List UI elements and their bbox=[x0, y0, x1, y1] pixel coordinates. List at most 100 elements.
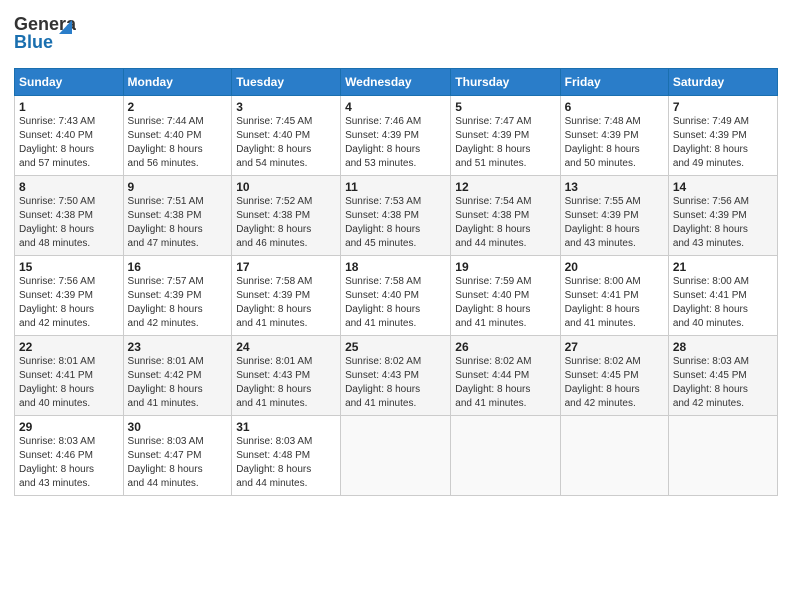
calendar-cell: 3Sunrise: 7:45 AM Sunset: 4:40 PM Daylig… bbox=[232, 96, 341, 176]
day-info: Sunrise: 7:45 AM Sunset: 4:40 PM Dayligh… bbox=[236, 115, 336, 171]
logo: General Blue bbox=[14, 10, 76, 60]
calendar-cell: 23Sunrise: 8:01 AM Sunset: 4:42 PM Dayli… bbox=[123, 336, 232, 416]
calendar-cell: 30Sunrise: 8:03 AM Sunset: 4:47 PM Dayli… bbox=[123, 416, 232, 496]
calendar-cell: 9Sunrise: 7:51 AM Sunset: 4:38 PM Daylig… bbox=[123, 176, 232, 256]
day-number: 1 bbox=[19, 100, 119, 114]
calendar-cell bbox=[668, 416, 777, 496]
day-number: 20 bbox=[565, 260, 664, 274]
calendar-cell: 26Sunrise: 8:02 AM Sunset: 4:44 PM Dayli… bbox=[451, 336, 560, 416]
day-number: 16 bbox=[128, 260, 228, 274]
day-number: 23 bbox=[128, 340, 228, 354]
day-info: Sunrise: 7:54 AM Sunset: 4:38 PM Dayligh… bbox=[455, 195, 555, 251]
calendar-week-row: 1Sunrise: 7:43 AM Sunset: 4:40 PM Daylig… bbox=[15, 96, 778, 176]
calendar-week-row: 29Sunrise: 8:03 AM Sunset: 4:46 PM Dayli… bbox=[15, 416, 778, 496]
calendar-cell: 27Sunrise: 8:02 AM Sunset: 4:45 PM Dayli… bbox=[560, 336, 668, 416]
day-number: 26 bbox=[455, 340, 555, 354]
day-info: Sunrise: 8:03 AM Sunset: 4:48 PM Dayligh… bbox=[236, 435, 336, 491]
day-info: Sunrise: 7:58 AM Sunset: 4:40 PM Dayligh… bbox=[345, 275, 446, 331]
day-info: Sunrise: 7:52 AM Sunset: 4:38 PM Dayligh… bbox=[236, 195, 336, 251]
day-info: Sunrise: 8:01 AM Sunset: 4:43 PM Dayligh… bbox=[236, 355, 336, 411]
day-number: 24 bbox=[236, 340, 336, 354]
day-info: Sunrise: 7:57 AM Sunset: 4:39 PM Dayligh… bbox=[128, 275, 228, 331]
calendar-cell: 21Sunrise: 8:00 AM Sunset: 4:41 PM Dayli… bbox=[668, 256, 777, 336]
calendar-week-row: 15Sunrise: 7:56 AM Sunset: 4:39 PM Dayli… bbox=[15, 256, 778, 336]
calendar-table: SundayMondayTuesdayWednesdayThursdayFrid… bbox=[14, 68, 778, 496]
calendar-header-sunday: Sunday bbox=[15, 69, 124, 96]
day-info: Sunrise: 7:48 AM Sunset: 4:39 PM Dayligh… bbox=[565, 115, 664, 171]
day-number: 13 bbox=[565, 180, 664, 194]
day-info: Sunrise: 7:59 AM Sunset: 4:40 PM Dayligh… bbox=[455, 275, 555, 331]
main-container: General Blue SundayMondayTuesdayWednesda… bbox=[0, 0, 792, 506]
calendar-header-thursday: Thursday bbox=[451, 69, 560, 96]
header: General Blue bbox=[14, 10, 778, 60]
day-number: 29 bbox=[19, 420, 119, 434]
day-info: Sunrise: 7:50 AM Sunset: 4:38 PM Dayligh… bbox=[19, 195, 119, 251]
day-number: 25 bbox=[345, 340, 446, 354]
calendar-cell: 11Sunrise: 7:53 AM Sunset: 4:38 PM Dayli… bbox=[341, 176, 451, 256]
calendar-cell: 10Sunrise: 7:52 AM Sunset: 4:38 PM Dayli… bbox=[232, 176, 341, 256]
day-info: Sunrise: 8:00 AM Sunset: 4:41 PM Dayligh… bbox=[565, 275, 664, 331]
calendar-cell: 20Sunrise: 8:00 AM Sunset: 4:41 PM Dayli… bbox=[560, 256, 668, 336]
day-info: Sunrise: 7:56 AM Sunset: 4:39 PM Dayligh… bbox=[673, 195, 773, 251]
calendar-cell: 6Sunrise: 7:48 AM Sunset: 4:39 PM Daylig… bbox=[560, 96, 668, 176]
logo-icon: General Blue bbox=[14, 10, 76, 60]
day-number: 2 bbox=[128, 100, 228, 114]
calendar-header-wednesday: Wednesday bbox=[341, 69, 451, 96]
calendar-cell: 16Sunrise: 7:57 AM Sunset: 4:39 PM Dayli… bbox=[123, 256, 232, 336]
day-info: Sunrise: 8:01 AM Sunset: 4:41 PM Dayligh… bbox=[19, 355, 119, 411]
calendar-cell: 12Sunrise: 7:54 AM Sunset: 4:38 PM Dayli… bbox=[451, 176, 560, 256]
calendar-cell bbox=[341, 416, 451, 496]
day-number: 7 bbox=[673, 100, 773, 114]
calendar-week-row: 22Sunrise: 8:01 AM Sunset: 4:41 PM Dayli… bbox=[15, 336, 778, 416]
calendar-cell: 5Sunrise: 7:47 AM Sunset: 4:39 PM Daylig… bbox=[451, 96, 560, 176]
calendar-cell: 31Sunrise: 8:03 AM Sunset: 4:48 PM Dayli… bbox=[232, 416, 341, 496]
day-info: Sunrise: 8:03 AM Sunset: 4:46 PM Dayligh… bbox=[19, 435, 119, 491]
day-number: 12 bbox=[455, 180, 555, 194]
calendar-cell: 14Sunrise: 7:56 AM Sunset: 4:39 PM Dayli… bbox=[668, 176, 777, 256]
calendar-cell bbox=[560, 416, 668, 496]
calendar-cell bbox=[451, 416, 560, 496]
calendar-cell: 17Sunrise: 7:58 AM Sunset: 4:39 PM Dayli… bbox=[232, 256, 341, 336]
day-info: Sunrise: 7:49 AM Sunset: 4:39 PM Dayligh… bbox=[673, 115, 773, 171]
day-number: 11 bbox=[345, 180, 446, 194]
calendar-header-saturday: Saturday bbox=[668, 69, 777, 96]
day-info: Sunrise: 7:53 AM Sunset: 4:38 PM Dayligh… bbox=[345, 195, 446, 251]
calendar-week-row: 8Sunrise: 7:50 AM Sunset: 4:38 PM Daylig… bbox=[15, 176, 778, 256]
calendar-cell: 15Sunrise: 7:56 AM Sunset: 4:39 PM Dayli… bbox=[15, 256, 124, 336]
day-info: Sunrise: 7:51 AM Sunset: 4:38 PM Dayligh… bbox=[128, 195, 228, 251]
day-info: Sunrise: 7:47 AM Sunset: 4:39 PM Dayligh… bbox=[455, 115, 555, 171]
day-number: 28 bbox=[673, 340, 773, 354]
day-info: Sunrise: 8:01 AM Sunset: 4:42 PM Dayligh… bbox=[128, 355, 228, 411]
calendar-cell: 8Sunrise: 7:50 AM Sunset: 4:38 PM Daylig… bbox=[15, 176, 124, 256]
day-number: 4 bbox=[345, 100, 446, 114]
day-number: 17 bbox=[236, 260, 336, 274]
calendar-cell: 25Sunrise: 8:02 AM Sunset: 4:43 PM Dayli… bbox=[341, 336, 451, 416]
calendar-cell: 4Sunrise: 7:46 AM Sunset: 4:39 PM Daylig… bbox=[341, 96, 451, 176]
calendar-cell: 13Sunrise: 7:55 AM Sunset: 4:39 PM Dayli… bbox=[560, 176, 668, 256]
day-info: Sunrise: 8:00 AM Sunset: 4:41 PM Dayligh… bbox=[673, 275, 773, 331]
calendar-cell: 28Sunrise: 8:03 AM Sunset: 4:45 PM Dayli… bbox=[668, 336, 777, 416]
calendar-header-row: SundayMondayTuesdayWednesdayThursdayFrid… bbox=[15, 69, 778, 96]
day-info: Sunrise: 8:02 AM Sunset: 4:43 PM Dayligh… bbox=[345, 355, 446, 411]
calendar-cell: 24Sunrise: 8:01 AM Sunset: 4:43 PM Dayli… bbox=[232, 336, 341, 416]
day-info: Sunrise: 8:02 AM Sunset: 4:45 PM Dayligh… bbox=[565, 355, 664, 411]
day-info: Sunrise: 7:43 AM Sunset: 4:40 PM Dayligh… bbox=[19, 115, 119, 171]
day-info: Sunrise: 7:55 AM Sunset: 4:39 PM Dayligh… bbox=[565, 195, 664, 251]
day-number: 6 bbox=[565, 100, 664, 114]
day-number: 15 bbox=[19, 260, 119, 274]
day-number: 8 bbox=[19, 180, 119, 194]
day-info: Sunrise: 8:02 AM Sunset: 4:44 PM Dayligh… bbox=[455, 355, 555, 411]
day-number: 5 bbox=[455, 100, 555, 114]
calendar-header-friday: Friday bbox=[560, 69, 668, 96]
day-number: 19 bbox=[455, 260, 555, 274]
day-info: Sunrise: 7:46 AM Sunset: 4:39 PM Dayligh… bbox=[345, 115, 446, 171]
day-number: 3 bbox=[236, 100, 336, 114]
day-number: 21 bbox=[673, 260, 773, 274]
day-info: Sunrise: 7:44 AM Sunset: 4:40 PM Dayligh… bbox=[128, 115, 228, 171]
day-number: 9 bbox=[128, 180, 228, 194]
day-info: Sunrise: 8:03 AM Sunset: 4:45 PM Dayligh… bbox=[673, 355, 773, 411]
calendar-cell: 29Sunrise: 8:03 AM Sunset: 4:46 PM Dayli… bbox=[15, 416, 124, 496]
day-number: 14 bbox=[673, 180, 773, 194]
svg-text:Blue: Blue bbox=[14, 32, 53, 52]
day-number: 22 bbox=[19, 340, 119, 354]
